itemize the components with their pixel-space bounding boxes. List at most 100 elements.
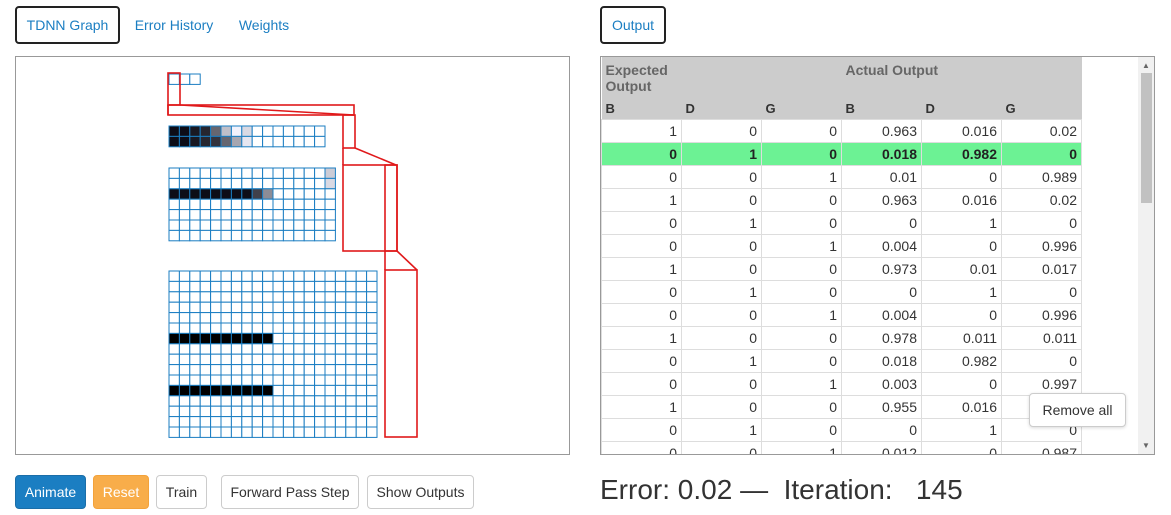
table-cell: 0: [761, 256, 842, 281]
scroll-down-icon[interactable]: ▼: [1142, 441, 1150, 450]
hidden1-neuron: [241, 219, 253, 231]
input-neuron: [230, 280, 243, 293]
input-neuron: [324, 426, 336, 438]
reset-button[interactable]: Reset: [93, 475, 149, 509]
table-scrollbar[interactable]: ▲ ▼: [1138, 57, 1154, 454]
tab-output[interactable]: Output: [600, 6, 666, 44]
input-neuron: [334, 270, 347, 282]
input-neuron: [293, 312, 305, 324]
table-cell: 1: [761, 371, 842, 396]
hidden1-neuron: [272, 198, 284, 211]
output-table-scroll[interactable]: Expected Actual Output Output BDGBDG 100…: [601, 57, 1082, 454]
input-neuron: [210, 426, 222, 438]
input-neuron: [230, 374, 243, 386]
input-neuron: [189, 364, 201, 376]
table-cell: 1: [681, 348, 762, 373]
hidden2-neuron: [272, 135, 284, 148]
hidden1-neuron: [210, 198, 222, 211]
expected-output-header: Expected: [601, 57, 842, 78]
tab-tdnn-graph[interactable]: TDNN Graph: [15, 6, 120, 44]
table-row[interactable]: 010010: [601, 279, 1082, 304]
table-row[interactable]: 0 0 1 0.012 0 0.987: [601, 440, 1082, 454]
input-neuron: [355, 280, 368, 293]
input-neuron: [262, 343, 274, 355]
input-neuron: [199, 374, 212, 386]
table-cell: 1: [761, 164, 842, 189]
hidden1-neuron: [241, 198, 253, 211]
input-neuron: [262, 426, 274, 438]
input-neuron: [272, 416, 284, 428]
input-neuron: [251, 270, 264, 282]
hidden2-neuron: [282, 125, 295, 137]
table-row[interactable]: 1 0 0 0.963 0.016 0.02: [601, 118, 1082, 143]
input-neuron: [282, 280, 295, 293]
input-neuron: [241, 395, 253, 407]
table-cell: 0.02: [1001, 187, 1082, 212]
hidden2-neuron: [199, 135, 212, 148]
input-neuron: [355, 364, 368, 376]
show-outputs-button[interactable]: Show Outputs: [367, 475, 474, 509]
hidden1-neuron: [220, 167, 232, 179]
hidden1-neuron: [199, 219, 212, 231]
hidden1-neuron: [293, 229, 305, 242]
input-neuron: [251, 332, 264, 345]
input-neuron: [334, 280, 347, 293]
tab-error-history[interactable]: Error History: [123, 6, 225, 44]
table-row[interactable]: 1 0 0 0.963 0.016 0.02: [601, 187, 1082, 212]
input-neuron: [355, 405, 368, 418]
input-neuron: [345, 426, 357, 438]
input-neuron: [178, 416, 191, 428]
input-neuron: [366, 405, 378, 418]
scroll-up-icon[interactable]: ▲: [1142, 61, 1150, 70]
hidden1-neuron: [282, 229, 295, 242]
table-cell: 1: [601, 187, 682, 212]
table-row[interactable]: 0 0 1 0.004 0 0.996: [601, 233, 1082, 258]
input-neuron: [324, 332, 336, 345]
input-neuron: [324, 405, 336, 418]
input-neuron: [199, 384, 212, 397]
train-button[interactable]: Train: [156, 475, 207, 509]
input-neuron: [366, 426, 378, 438]
input-neuron: [241, 312, 253, 324]
table-row[interactable]: 1 0 0 0.973 0.01 0.017: [601, 256, 1082, 281]
input-neuron: [251, 343, 264, 355]
hidden1-neuron: [262, 219, 274, 231]
table-cell: 0: [761, 118, 842, 143]
table-row[interactable]: 1 0 0 0.978 0.011 0.011: [601, 325, 1082, 350]
table-row[interactable]: 0 0 1 0.003 0 0.997: [601, 371, 1082, 396]
input-neuron: [303, 364, 316, 376]
hidden1-neuron: [168, 229, 180, 242]
table-cell: 0.978: [841, 325, 922, 350]
forward-pass-step-button[interactable]: Forward Pass Step: [221, 475, 359, 509]
table-cell: 0: [761, 187, 842, 212]
hidden1-neuron: [282, 177, 295, 190]
table-row[interactable]: 0 1 0 0.018 0.982 0: [601, 348, 1082, 373]
hidden2-neuron: [314, 135, 326, 148]
input-neuron: [251, 426, 264, 438]
table-row[interactable]: 1000.9550.0160.029: [601, 394, 1082, 419]
tab-weights[interactable]: Weights: [230, 6, 298, 44]
input-neuron: [324, 353, 336, 366]
input-neuron: [293, 395, 305, 407]
hidden1-neuron: [230, 167, 243, 179]
table-row[interactable]: 0 0 1 0.004 0 0.996: [601, 302, 1082, 327]
table-row[interactable]: 010010: [601, 417, 1082, 442]
table-row[interactable]: 010010: [601, 210, 1082, 235]
input-neuron: [241, 353, 253, 366]
animate-button[interactable]: Animate: [15, 475, 86, 509]
table-row[interactable]: 0 0 1 0.01 0 0.989: [601, 164, 1082, 189]
hidden1-neuron: [314, 209, 326, 221]
input-neuron: [324, 280, 336, 293]
scrollbar-thumb[interactable]: [1141, 73, 1152, 203]
hidden1-neuron: [303, 198, 316, 211]
input-neuron: [355, 270, 368, 282]
hidden1-neuron: [303, 229, 316, 242]
hidden1-neuron: [189, 188, 201, 200]
input-neuron: [282, 395, 295, 407]
input-neuron: [262, 322, 274, 334]
remove-all-button[interactable]: Remove all: [1029, 393, 1126, 427]
input-neuron: [210, 384, 222, 397]
table-row[interactable]: 0 1 0 0.018 0.982 0: [601, 141, 1082, 166]
hidden2-neuron: [282, 135, 295, 148]
input-neuron: [345, 270, 357, 282]
